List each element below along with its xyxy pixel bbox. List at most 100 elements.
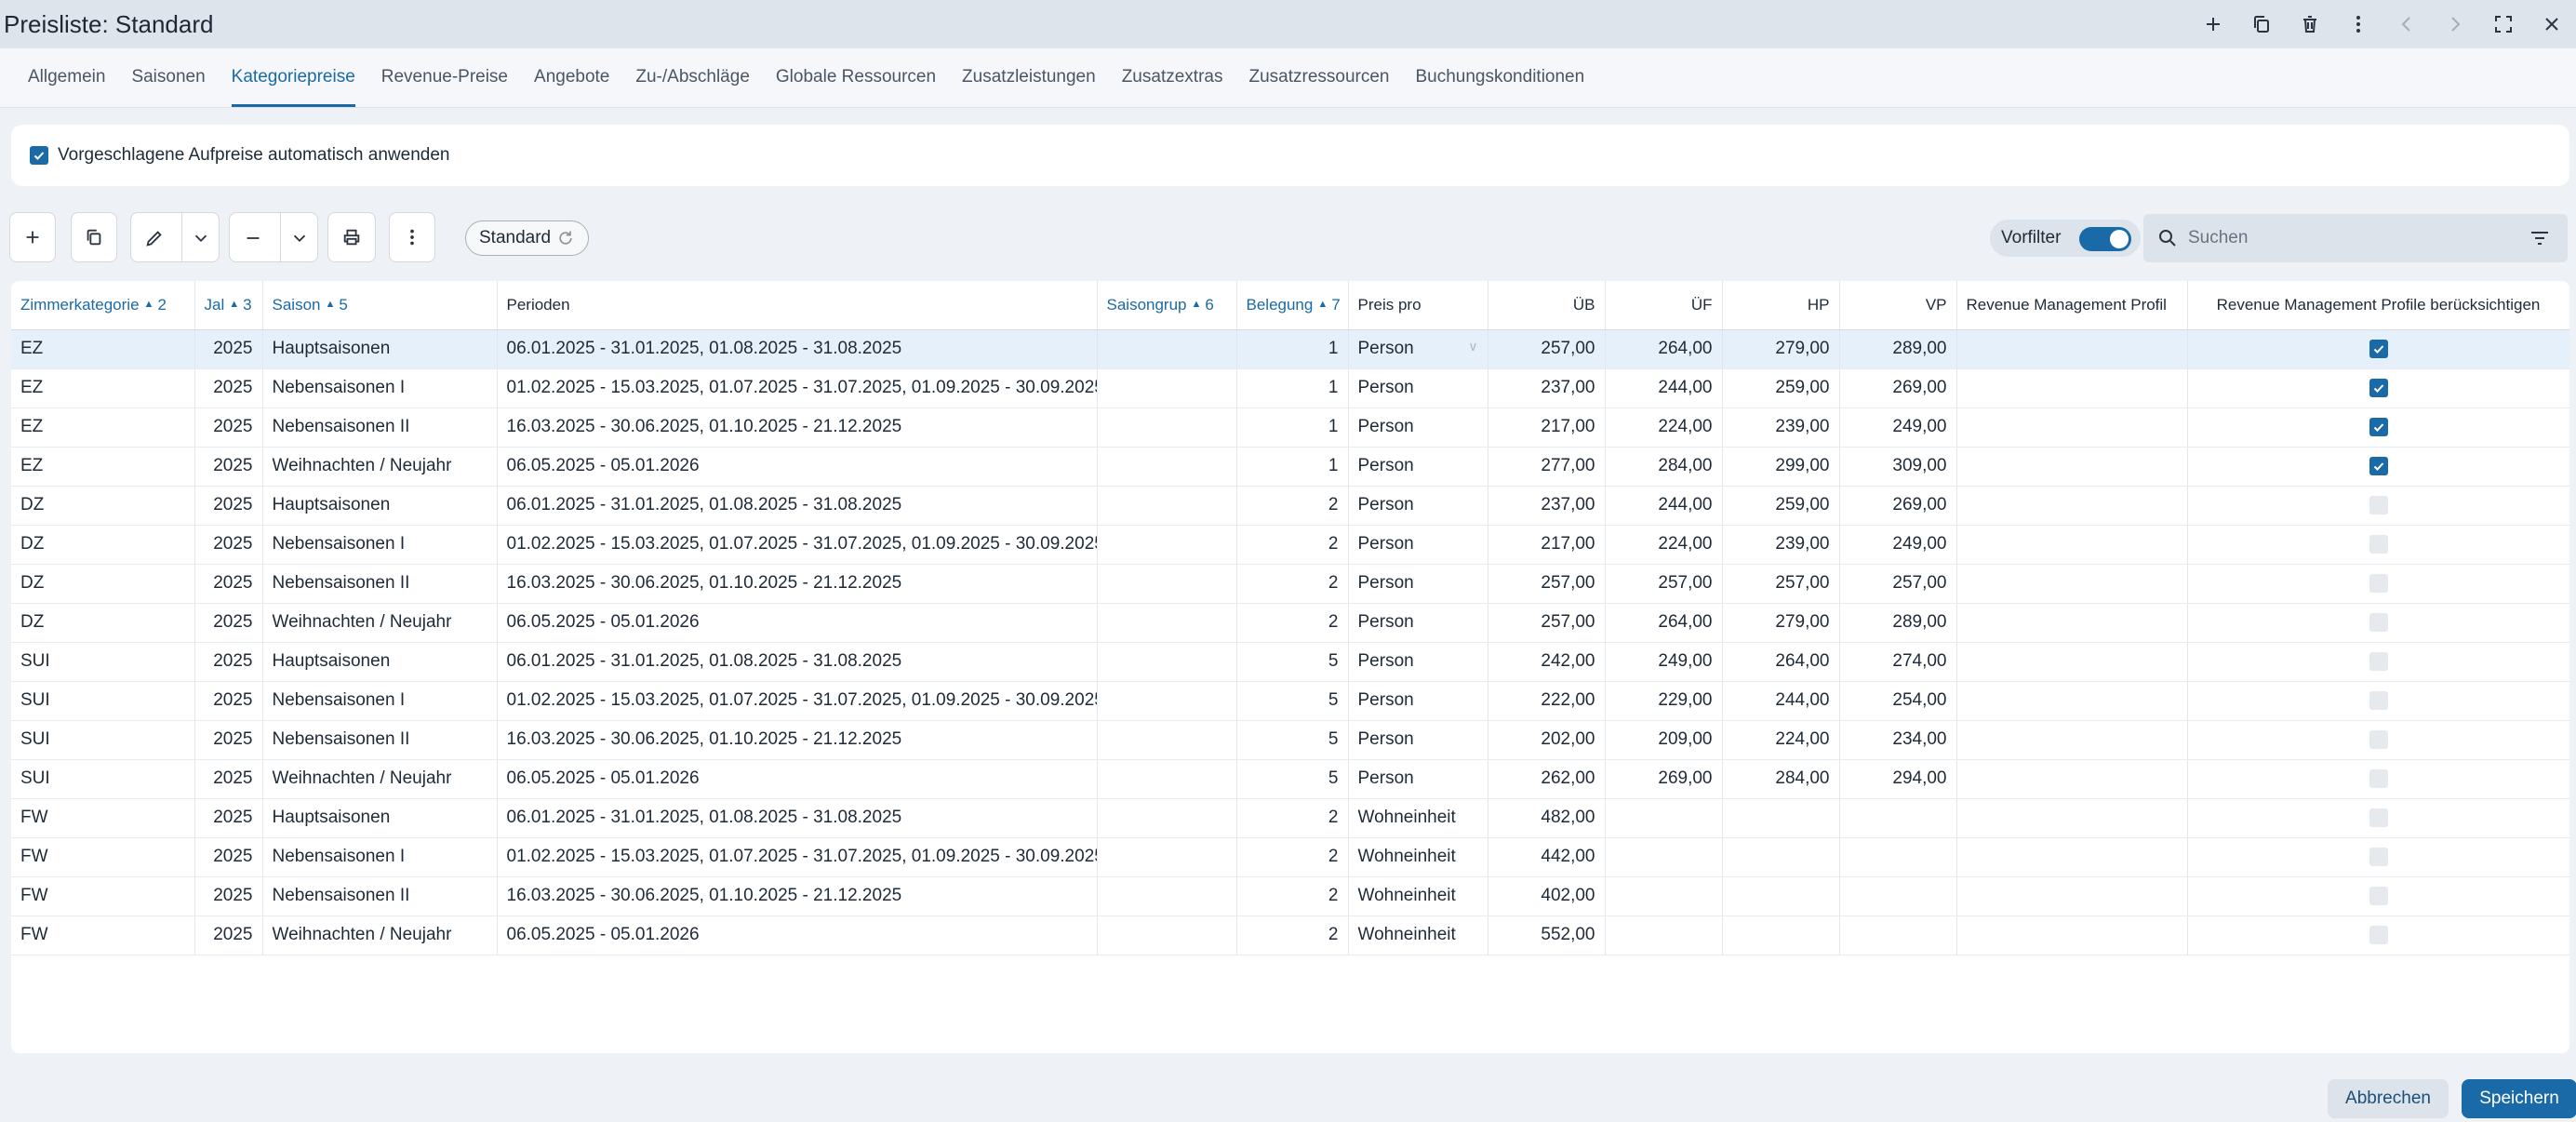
table-row[interactable]: FW 2025 Hauptsaisonen 06.01.2025 - 31.01.20…	[11, 798, 2569, 838]
consider-profile-checkbox[interactable]	[2369, 378, 2388, 397]
room-category-cell[interactable]: SUI	[11, 642, 195, 682]
consider-profile-checkbox[interactable]	[2369, 417, 2388, 436]
periods-cell[interactable]: 06.05.2025 - 05.01.2026	[497, 603, 1098, 643]
periods-cell[interactable]: 06.01.2025 - 31.01.2025, 01.08.2025 - 31…	[497, 329, 1098, 369]
save-button[interactable]: Speichern	[2462, 1079, 2576, 1118]
table-row[interactable]: SUI 2025 Hauptsaisonen 06.01.2025 - 31.01.2…	[11, 642, 2569, 682]
revenue-profile-cell[interactable]	[1956, 329, 2188, 369]
vp-price-cell[interactable]: 294,00	[1839, 759, 1957, 799]
uf-price-cell[interactable]	[1605, 837, 1723, 877]
previous-button[interactable]	[2382, 0, 2431, 48]
year-cell[interactable]: 2025	[194, 486, 263, 526]
room-category-cell[interactable]: FW	[11, 876, 195, 916]
season-cell[interactable]: Weihnachten / Neujahr	[262, 759, 498, 799]
consider-profile-cell[interactable]	[2187, 876, 2569, 916]
season-cell[interactable]: Weihnachten / Neujahr	[262, 603, 498, 643]
ub-price-cell[interactable]: 222,00	[1488, 681, 1606, 721]
vorfilter-toggle[interactable]: Vorfilter	[1990, 220, 2141, 257]
season-cell[interactable]: Weihnachten / Neujahr	[262, 915, 498, 955]
season-cell[interactable]: Hauptsaisonen	[262, 642, 498, 682]
search-input[interactable]	[2188, 228, 2495, 248]
season-cell[interactable]: Nebensaisonen II	[262, 720, 498, 760]
hp-price-cell[interactable]: 284,00	[1722, 759, 1840, 799]
consider-profile-checkbox[interactable]	[2369, 925, 2388, 944]
price-per-cell[interactable]: Person	[1348, 407, 1488, 447]
periods-cell[interactable]: 16.03.2025 - 30.06.2025, 01.10.2025 - 21…	[497, 876, 1098, 916]
consider-profile-checkbox[interactable]	[2369, 495, 2388, 514]
filter-icon[interactable]	[2529, 227, 2551, 249]
price-per-cell[interactable]: Person	[1348, 368, 1488, 408]
consider-profile-checkbox[interactable]	[2369, 768, 2388, 788]
uf-price-cell[interactable]: 264,00	[1605, 603, 1723, 643]
ub-price-cell[interactable]: 277,00	[1488, 447, 1606, 487]
season-group-cell[interactable]	[1097, 368, 1237, 408]
periods-cell[interactable]: 01.02.2025 - 15.03.2025, 01.07.2025 - 31…	[497, 681, 1098, 721]
season-cell[interactable]: Weihnachten / Neujahr	[262, 447, 498, 487]
copy-row-button[interactable]	[71, 212, 117, 262]
edit-split-button[interactable]	[130, 212, 220, 262]
season-cell[interactable]: Nebensaisonen I	[262, 525, 498, 565]
price-per-cell[interactable]: Wohneinheit	[1348, 915, 1488, 955]
season-cell[interactable]: Hauptsaisonen	[262, 329, 498, 369]
season-group-cell[interactable]	[1097, 798, 1237, 838]
occupancy-cell[interactable]: 2	[1236, 876, 1349, 916]
close-button[interactable]	[2528, 0, 2576, 48]
cancel-button[interactable]: Abbrechen	[2328, 1079, 2449, 1118]
year-cell[interactable]: 2025	[194, 447, 263, 487]
season-cell[interactable]: Nebensaisonen I	[262, 837, 498, 877]
room-category-cell[interactable]: EZ	[11, 407, 195, 447]
uf-price-cell[interactable]: 224,00	[1605, 407, 1723, 447]
periods-cell[interactable]: 01.02.2025 - 15.03.2025, 01.07.2025 - 31…	[497, 837, 1098, 877]
occupancy-cell[interactable]: 1	[1236, 368, 1349, 408]
column-header[interactable]: HP	[1722, 281, 1840, 330]
tab-globale-ressourcen[interactable]: Globale Ressourcen	[776, 47, 936, 107]
season-cell[interactable]: Nebensaisonen I	[262, 681, 498, 721]
more-button[interactable]	[2334, 0, 2382, 48]
revenue-profile-cell[interactable]	[1956, 486, 2188, 526]
column-header[interactable]: Belegung ▲ 7	[1236, 281, 1349, 330]
ub-price-cell[interactable]: 257,00	[1488, 603, 1606, 643]
revenue-profile-cell[interactable]	[1956, 876, 2188, 916]
room-category-cell[interactable]: FW	[11, 798, 195, 838]
occupancy-cell[interactable]: 1	[1236, 407, 1349, 447]
table-row[interactable]: DZ 2025 Nebensaisonen II 16.03.2025 - 30.06…	[11, 564, 2569, 604]
consider-profile-checkbox[interactable]	[2369, 612, 2388, 632]
vp-price-cell[interactable]: 254,00	[1839, 681, 1957, 721]
occupancy-cell[interactable]: 2	[1236, 603, 1349, 643]
season-group-cell[interactable]	[1097, 759, 1237, 799]
column-header[interactable]: Jal ▲ 3	[194, 281, 263, 330]
consider-profile-checkbox[interactable]	[2369, 651, 2388, 671]
table-row[interactable]: EZ 2025 Nebensaisonen I 01.02.2025 - 15.03.…	[11, 368, 2569, 408]
hp-price-cell[interactable]	[1722, 837, 1840, 877]
vp-price-cell[interactable]: 257,00	[1839, 564, 1957, 604]
season-cell[interactable]: Nebensaisonen II	[262, 876, 498, 916]
new-row-button[interactable]	[9, 212, 56, 262]
year-cell[interactable]: 2025	[194, 329, 263, 369]
revenue-profile-cell[interactable]	[1956, 564, 2188, 604]
season-cell[interactable]: Nebensaisonen II	[262, 407, 498, 447]
column-header[interactable]: Zimmerkategorie ▲ 2	[11, 281, 195, 330]
season-group-cell[interactable]	[1097, 837, 1237, 877]
ub-price-cell[interactable]: 217,00	[1488, 525, 1606, 565]
season-group-cell[interactable]	[1097, 329, 1237, 369]
ub-price-cell[interactable]: 217,00	[1488, 407, 1606, 447]
duplicate-button[interactable]	[2237, 0, 2286, 48]
table-row[interactable]: EZ 2025 Nebensaisonen II 16.03.2025 - 30.06…	[11, 407, 2569, 447]
year-cell[interactable]: 2025	[194, 681, 263, 721]
price-per-cell[interactable]: Wohneinheit	[1348, 837, 1488, 877]
ub-price-cell[interactable]: 237,00	[1488, 368, 1606, 408]
table-row[interactable]: FW 2025 Nebensaisonen I 01.02.2025 - 15.03.…	[11, 837, 2569, 877]
tab-angebote[interactable]: Angebote	[534, 47, 609, 107]
occupancy-cell[interactable]: 2	[1236, 564, 1349, 604]
ub-price-cell[interactable]: 262,00	[1488, 759, 1606, 799]
uf-price-cell[interactable]: 264,00	[1605, 329, 1723, 369]
tab-zusatzextras[interactable]: Zusatzextras	[1122, 47, 1223, 107]
year-cell[interactable]: 2025	[194, 720, 263, 760]
table-row[interactable]: SUI 2025 Nebensaisonen I 01.02.2025 - 15.03…	[11, 681, 2569, 721]
consider-profile-cell[interactable]	[2187, 486, 2569, 526]
price-per-cell[interactable]: Person	[1348, 681, 1488, 721]
room-category-cell[interactable]: DZ	[11, 564, 195, 604]
delete-button[interactable]	[2286, 0, 2334, 48]
room-category-cell[interactable]: SUI	[11, 720, 195, 760]
occupancy-cell[interactable]: 5	[1236, 681, 1349, 721]
